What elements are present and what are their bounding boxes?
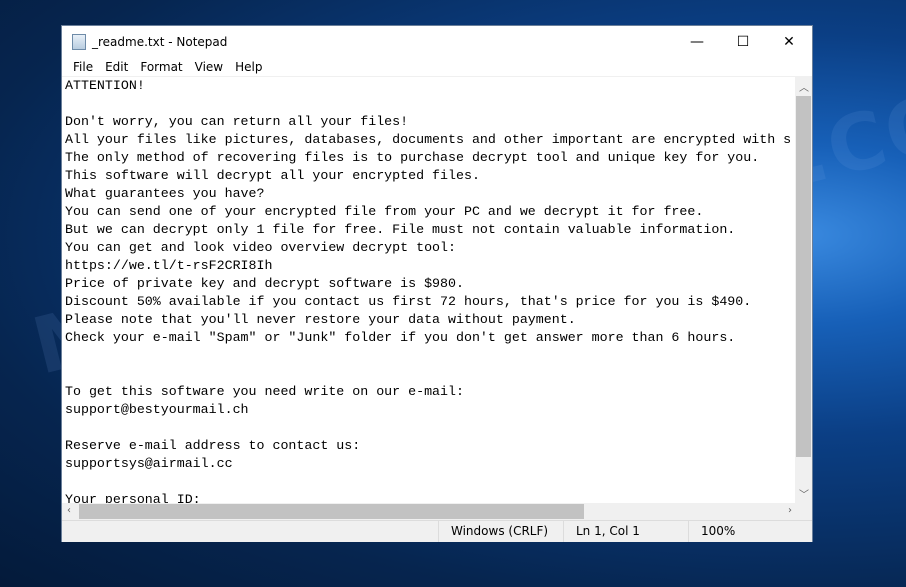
menu-edit[interactable]: Edit (99, 57, 134, 76)
horizontal-scrollbar[interactable]: ‹ › (62, 503, 797, 520)
vertical-scroll-thumb[interactable] (796, 96, 811, 457)
menu-file[interactable]: File (67, 57, 99, 76)
scroll-left-icon[interactable]: ‹ (67, 505, 71, 516)
scroll-down-icon[interactable]: ﹀ (799, 486, 809, 501)
close-button[interactable]: ✕ (766, 26, 812, 57)
maximize-button[interactable]: ☐ (720, 26, 766, 57)
menu-view[interactable]: View (189, 57, 229, 76)
vertical-scrollbar[interactable]: ︿ ﹀ (795, 77, 812, 503)
minimize-button[interactable]: — (674, 26, 720, 57)
text-editor[interactable]: ATTENTION! Don't worry, you can return a… (62, 77, 797, 503)
scrollbar-corner (795, 503, 812, 520)
menu-format[interactable]: Format (134, 57, 188, 76)
scroll-up-icon[interactable]: ︿ (799, 79, 809, 94)
window-title: _readme.txt - Notepad (92, 34, 228, 49)
menu-bar: File Edit Format View Help (62, 57, 812, 77)
status-bar: Windows (CRLF) Ln 1, Col 1 100% (62, 520, 812, 542)
title-bar[interactable]: _readme.txt - Notepad — ☐ ✕ (62, 26, 812, 57)
menu-help[interactable]: Help (229, 57, 268, 76)
horizontal-scroll-thumb[interactable] (79, 504, 584, 519)
status-line-ending: Windows (CRLF) (438, 521, 563, 542)
status-position: Ln 1, Col 1 (563, 521, 688, 542)
scroll-right-icon[interactable]: › (788, 505, 792, 516)
notepad-window: _readme.txt - Notepad — ☐ ✕ File Edit Fo… (61, 25, 813, 542)
status-zoom: 100% (688, 521, 812, 542)
notepad-icon (72, 33, 86, 50)
